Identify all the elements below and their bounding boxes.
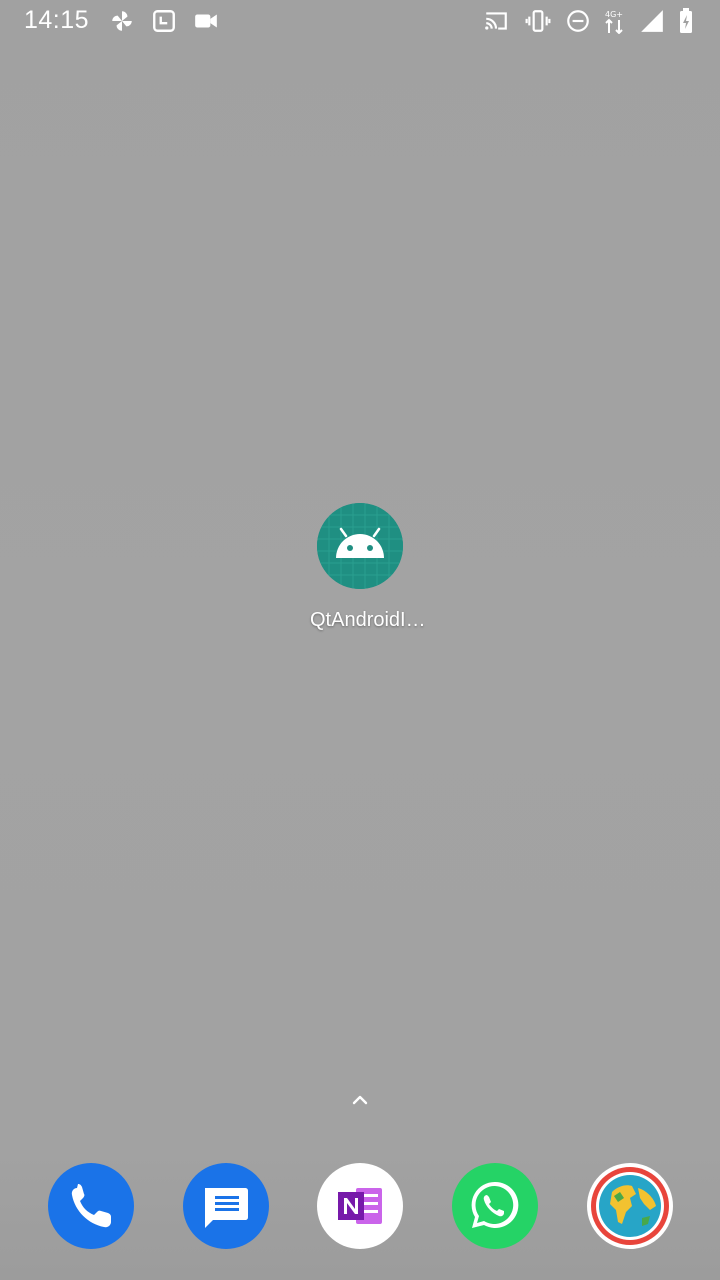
status-time: 14:15 [24, 6, 90, 34]
screenshot-icon [150, 8, 178, 34]
app-label: QtAndroidI… [310, 609, 426, 631]
signal-icon [638, 8, 666, 34]
whatsapp-icon[interactable] [451, 1162, 539, 1250]
do-not-disturb-icon [564, 8, 592, 34]
messages-app-button[interactable] [182, 1162, 270, 1250]
messages-icon[interactable] [182, 1162, 270, 1250]
home-app-shortcut[interactable]: QtAndroidI… [310, 503, 426, 632]
earth-app-button[interactable] [586, 1162, 674, 1250]
phone-icon[interactable] [47, 1162, 135, 1250]
chevron-up-icon[interactable] [348, 1092, 372, 1108]
whatsapp-app-button[interactable] [451, 1162, 539, 1250]
globe-icon[interactable] [586, 1162, 674, 1250]
android-robot-icon[interactable] [317, 503, 403, 589]
cast-icon [482, 8, 510, 34]
video-camera-icon [192, 8, 220, 34]
vibrate-icon [524, 8, 552, 34]
onenote-app-button[interactable] [316, 1162, 404, 1250]
pinwheel-icon [108, 8, 136, 34]
battery-icon [676, 8, 696, 34]
onenote-icon[interactable] [316, 1162, 404, 1250]
status-bar: 14:15 4G+ [0, 0, 720, 42]
network-type-label: 4G+ [605, 10, 623, 19]
dock [0, 1158, 720, 1254]
mobile-data-icon: 4G+ [600, 8, 628, 34]
phone-app-button[interactable] [47, 1162, 135, 1250]
